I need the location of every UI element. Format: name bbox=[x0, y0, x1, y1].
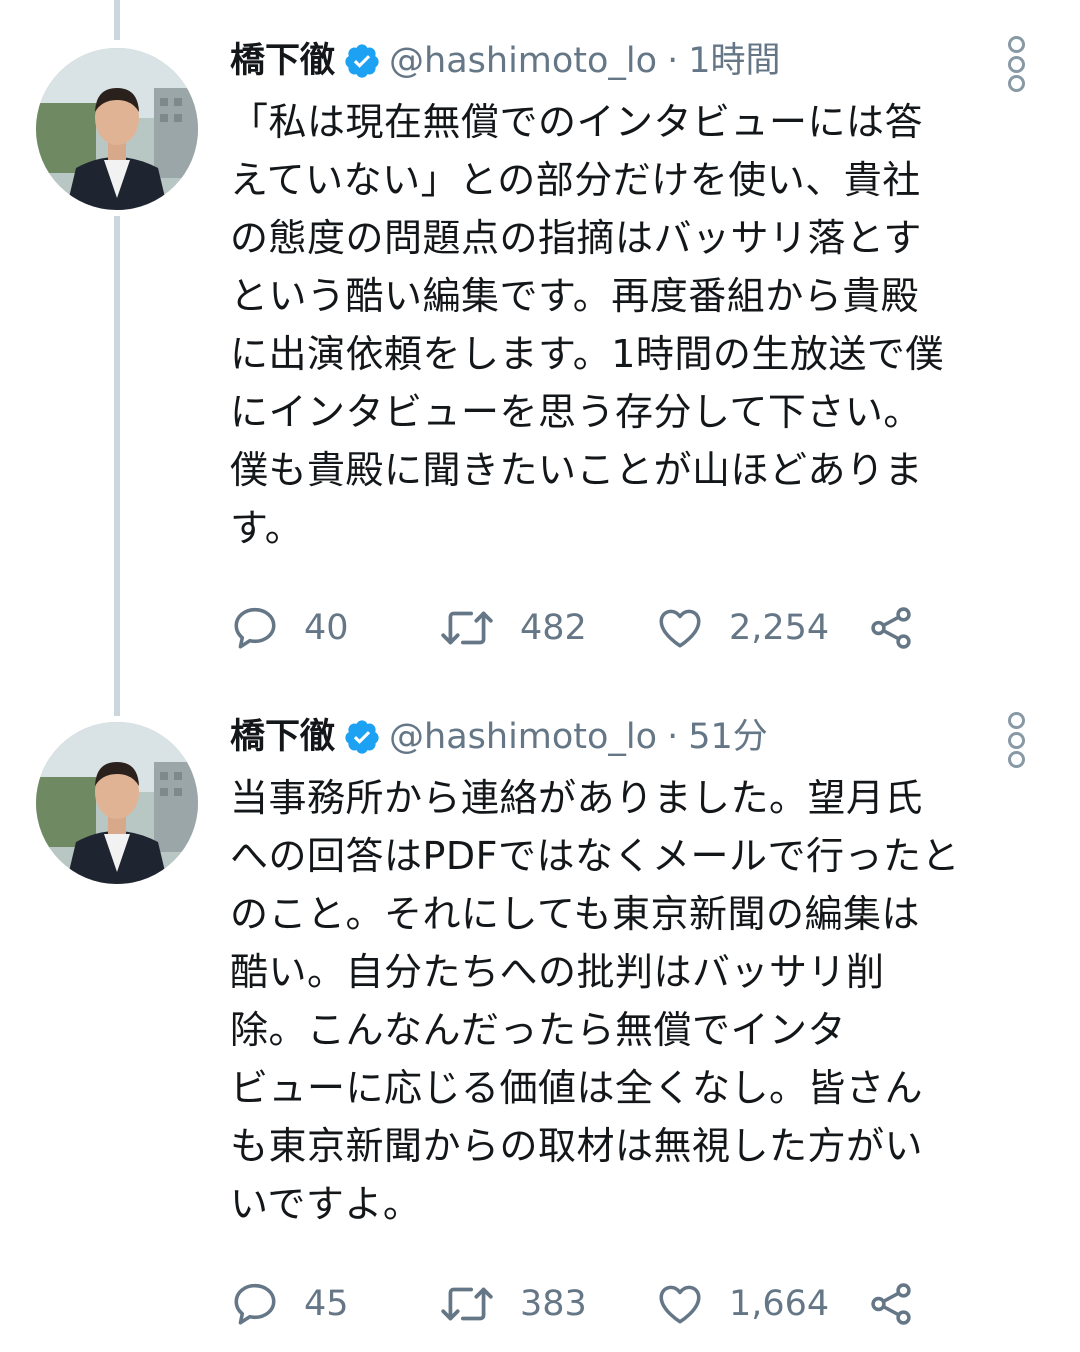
share-icon bbox=[871, 1283, 911, 1325]
tweet-text-line: に出演依頼をします。1時間の生放送で僕 bbox=[230, 332, 944, 376]
tweet-text-line: への回答はPDFではなくメールで行ったと bbox=[230, 834, 961, 878]
more-options-icon[interactable] bbox=[1006, 712, 1026, 768]
share-button[interactable] bbox=[866, 600, 916, 656]
tweet-actions: 40 482 2,254 bbox=[230, 600, 950, 656]
tweet-text-line: す。 bbox=[230, 506, 304, 550]
retweet-count: 383 bbox=[520, 1284, 587, 1324]
tweet-header: 橋下徹 @hashimoto_lo · 1時間 bbox=[230, 38, 1040, 84]
retweet-button[interactable]: 383 bbox=[438, 1276, 587, 1332]
tweet-text: 当事務所から連絡がありました。望月氏 への回答はPDFではなくメールで行ったと … bbox=[230, 769, 1040, 1233]
tweet-text-line: 当事務所から連絡がありました。望月氏 bbox=[230, 776, 924, 820]
tweet-text-line: の態度の問題点の指摘はバッサリ落とす bbox=[230, 216, 922, 260]
display-name[interactable]: 橋下徹 bbox=[230, 38, 335, 84]
user-handle[interactable]: @hashimoto_lo bbox=[389, 714, 657, 760]
like-count: 1,664 bbox=[729, 1284, 830, 1324]
heart-icon bbox=[659, 1285, 701, 1324]
share-icon bbox=[871, 607, 911, 649]
verified-badge-icon bbox=[345, 44, 379, 78]
timestamp[interactable]: 51分 bbox=[688, 714, 768, 760]
heart-icon bbox=[659, 609, 701, 648]
retweet-icon bbox=[441, 611, 493, 645]
tweet-text-line: という酷い編集です。再度番組から貴殿 bbox=[230, 274, 920, 318]
share-button[interactable] bbox=[866, 1276, 916, 1332]
separator-dot: · bbox=[667, 41, 679, 81]
retweet-count: 482 bbox=[520, 608, 587, 648]
avatar[interactable] bbox=[36, 722, 198, 884]
tweet-text-line: 除。こんなんだったら無償でインタ bbox=[230, 1008, 847, 1052]
avatar[interactable] bbox=[36, 48, 198, 210]
tweet-text-line: えていない」との部分だけを使い、貴社 bbox=[230, 158, 921, 202]
reply-count: 40 bbox=[304, 608, 349, 648]
tweet-text-line: 酷い。自分たちへの批判はバッサリ削 bbox=[230, 950, 885, 994]
tweet-text-line: 僕も貴殿に聞きたいことが山ほどありま bbox=[230, 448, 924, 492]
tweet-text-line: も東京新聞からの取材は無視した方がい bbox=[230, 1124, 924, 1168]
retweet-button[interactable]: 482 bbox=[438, 600, 587, 656]
tweet-text-line: いですよ。 bbox=[230, 1182, 422, 1226]
separator-dot: · bbox=[667, 717, 679, 757]
reply-count: 45 bbox=[304, 1284, 349, 1324]
user-handle[interactable]: @hashimoto_lo bbox=[389, 38, 657, 84]
reply-button[interactable]: 40 bbox=[230, 600, 349, 656]
tweet-text-line: 「私は現在無償でのインタビューには答 bbox=[230, 100, 924, 144]
reply-icon bbox=[234, 607, 276, 649]
reply-button[interactable]: 45 bbox=[230, 1276, 349, 1332]
retweet-icon bbox=[441, 1287, 493, 1321]
thread-line-top bbox=[114, 0, 120, 40]
tweet-text-line: にインタビューを思う存分して下さい。 bbox=[230, 390, 922, 434]
like-button[interactable]: 1,664 bbox=[655, 1276, 829, 1332]
like-count: 2,254 bbox=[729, 608, 830, 648]
more-options-icon[interactable] bbox=[1006, 36, 1026, 92]
tweet-text-line: ビューに応じる価値は全くなし。皆さん bbox=[230, 1066, 924, 1110]
timestamp[interactable]: 1時間 bbox=[688, 38, 780, 84]
tweet-text-line: のこと。それにしても東京新聞の編集は bbox=[230, 892, 920, 936]
display-name[interactable]: 橋下徹 bbox=[230, 714, 335, 760]
thread-line-middle bbox=[114, 216, 120, 716]
reply-icon bbox=[234, 1283, 276, 1325]
verified-badge-icon bbox=[345, 720, 379, 754]
tweet-header: 橋下徹 @hashimoto_lo · 51分 bbox=[230, 714, 1040, 760]
like-button[interactable]: 2,254 bbox=[655, 600, 829, 656]
tweet-actions: 45 383 1,664 bbox=[230, 1276, 950, 1332]
tweet-text: 「私は現在無償でのインタビューには答 えていない」との部分だけを使い、貴社 の態… bbox=[230, 93, 1040, 557]
